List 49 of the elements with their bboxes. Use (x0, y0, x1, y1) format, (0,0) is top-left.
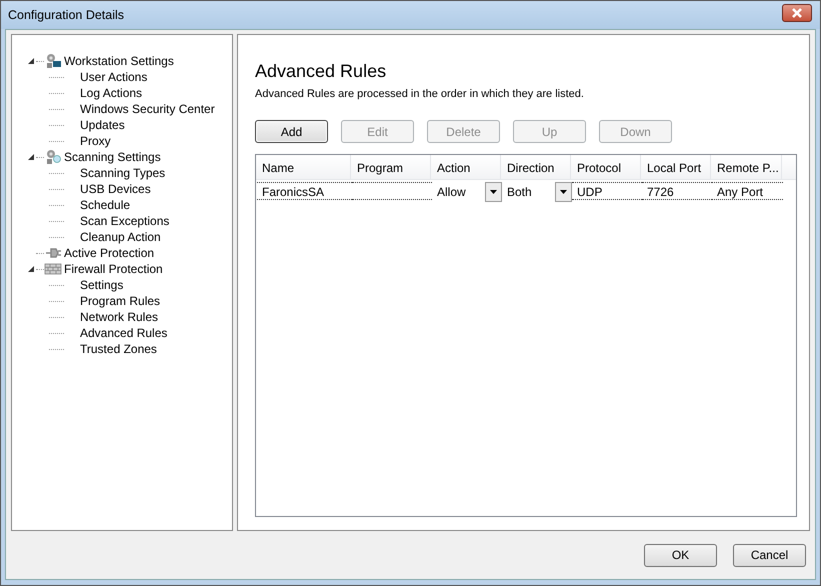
page-title: Advanced Rules (255, 61, 388, 82)
dropdown-button[interactable] (555, 182, 572, 202)
caret-icon (490, 190, 497, 194)
gear-monitor-icon (44, 53, 62, 69)
column-header[interactable]: Remote P... (711, 155, 782, 179)
expanded-triangle-icon[interactable] (28, 58, 35, 64)
tree-item[interactable]: Windows Security Center (80, 102, 215, 116)
table-cell-text: Allow (437, 184, 466, 199)
expanded-triangle-icon[interactable] (28, 266, 35, 272)
table-cell: UDP (577, 185, 602, 199)
dialog-button[interactable]: OK (644, 544, 717, 566)
tree-item[interactable]: Network Rules (80, 310, 158, 324)
brick-wall-icon (44, 261, 62, 277)
page-description: Advanced Rules are processed in the order in which they are listed. (255, 88, 585, 100)
table-cell-text: Both (507, 184, 532, 199)
tree-item[interactable]: Cleanup Action (80, 230, 161, 244)
column-header[interactable]: Protocol (571, 155, 641, 179)
tree-item[interactable]: Active Protection (64, 246, 154, 260)
tree-item[interactable]: Log Actions (80, 86, 142, 100)
tree-item[interactable]: Scan Exceptions (80, 214, 170, 228)
table-cell: FaronicsSA (262, 185, 324, 199)
dropdown-button[interactable] (485, 182, 502, 202)
tree-item[interactable]: Proxy (80, 134, 111, 148)
table-cell: Any Port (717, 185, 764, 199)
tree-item[interactable]: Settings (80, 278, 124, 292)
column-header[interactable]: Action (431, 155, 501, 179)
tree-item[interactable]: Advanced Rules (80, 326, 168, 340)
tree-item[interactable]: Schedule (80, 198, 130, 212)
expanded-triangle-icon[interactable] (28, 154, 35, 160)
tree-item[interactable]: Scanning Settings (64, 150, 161, 164)
tree-item[interactable]: User Actions (80, 70, 148, 84)
tree-item[interactable]: Firewall Protection (64, 262, 163, 276)
caret-icon (560, 190, 567, 194)
toolbar-button[interactable]: Add (255, 120, 328, 143)
column-header[interactable]: Direction (501, 155, 571, 179)
tree-item[interactable]: Updates (80, 118, 125, 132)
close-button[interactable] (782, 4, 812, 22)
column-header[interactable]: Local Port (641, 155, 711, 179)
tree-item[interactable]: Trusted Zones (80, 342, 157, 356)
tree-item[interactable]: Workstation Settings (64, 54, 174, 68)
table-cell: 7726 (647, 185, 674, 199)
column-header[interactable]: Name (256, 155, 351, 179)
tree-item[interactable]: Scanning Types (80, 166, 166, 180)
dialog-button[interactable]: Cancel (733, 544, 806, 566)
tree-item[interactable]: Program Rules (80, 294, 160, 308)
gear-scan-icon (44, 149, 62, 165)
column-header[interactable]: Program (351, 155, 431, 179)
window-title: Configuration Details (8, 8, 124, 22)
tree-item[interactable]: USB Devices (80, 182, 151, 196)
